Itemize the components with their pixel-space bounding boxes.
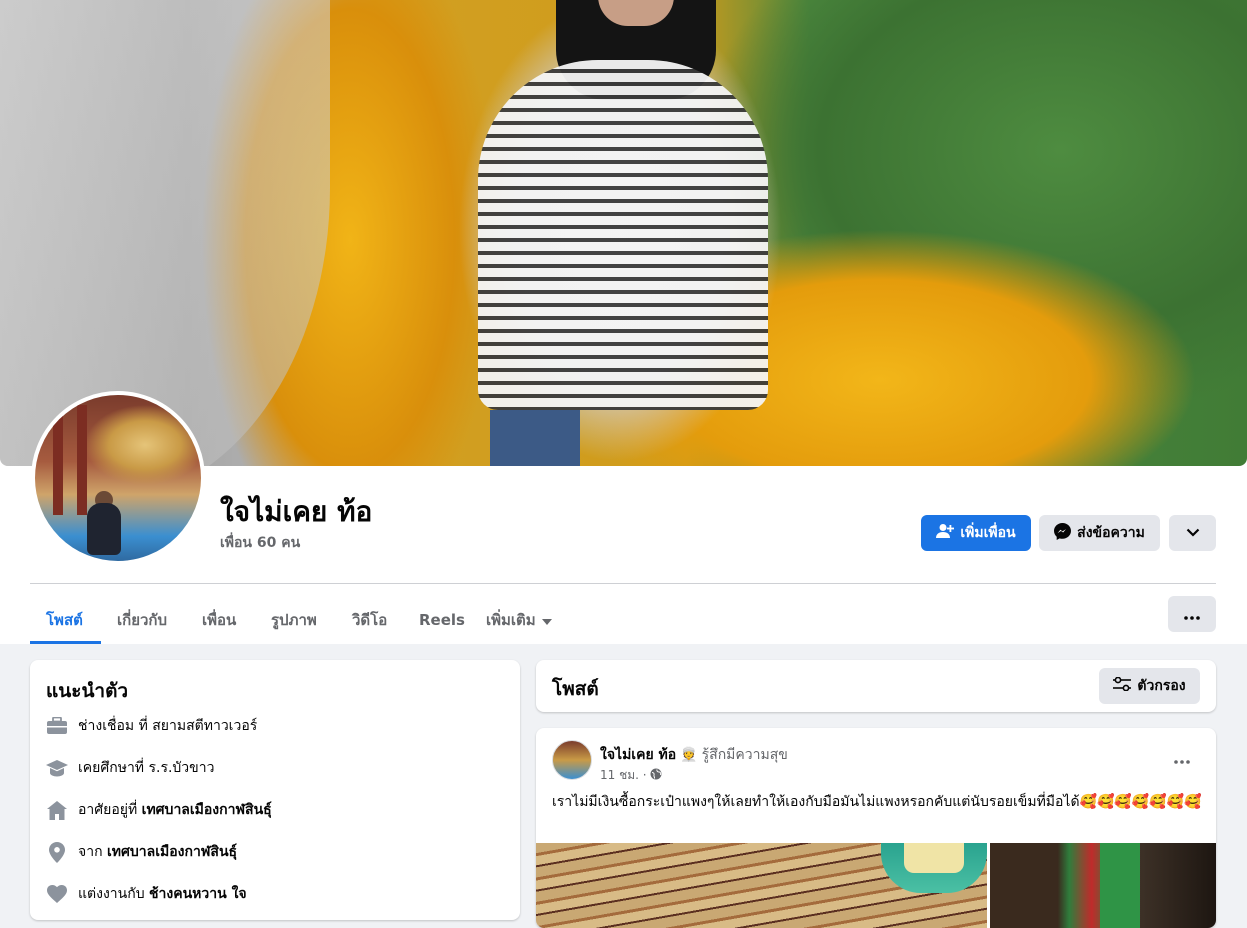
tab-photos[interactable]: รูปภาพ [267, 596, 321, 644]
home-icon [46, 799, 68, 821]
tab-about-label: เกี่ยวกับ [117, 611, 168, 629]
friends-count[interactable]: เพื่อน 60 คน [220, 532, 300, 554]
cover-shirt-shape [478, 60, 768, 410]
profile-more-button[interactable] [1169, 515, 1216, 551]
tab-more-label: เพิ่มเติม [486, 611, 536, 629]
intro-relationship-text: แต่งงานกับ ช้างคนหวาน ใจ [78, 886, 247, 902]
post-text: เราไม่มีเงินซื้อกระเป๋าแพงๆให้เลยทำให้เอ… [552, 794, 1202, 810]
intro-from-text: จาก เทศบาลเมืองกาฬสินธุ์ [78, 844, 238, 860]
avatar-pillar [53, 405, 63, 515]
message-label: ส่งข้อความ [1077, 525, 1145, 541]
tab-friends-label: เพื่อน [202, 611, 237, 629]
intro-card: แนะนำตัว ช่างเชื่อม ที่ สยามสตีทาวเวอร์ … [30, 660, 520, 920]
posts-header-card: โพสต์ ตัวกรอง [536, 660, 1216, 712]
intro-lives-in-text: อาศัยอยู่ที่ เทศบาลเมืองกาฬสินธุ์ [78, 802, 272, 818]
intro-item-lives-in: อาศัยอยู่ที่ เทศบาลเมืองกาฬสินธุ์ [46, 799, 272, 821]
avatar-person-body [87, 503, 121, 555]
tab-about[interactable]: เกี่ยวกับ [113, 596, 171, 644]
add-friend-label: เพิ่มเพื่อน [960, 525, 1016, 541]
tab-reels-label: Reels [419, 611, 465, 629]
filter-label: ตัวกรอง [1137, 678, 1186, 694]
intro-item-from: จาก เทศบาลเมืองกาฬสินธุ์ [46, 841, 237, 863]
profile-name: ใจไม่เคย ท้อ [220, 495, 373, 528]
feeling-emoji-icon: 👳 [680, 747, 698, 763]
post-photo-fabric-shape [1100, 843, 1140, 928]
intro-work-text: ช่างเชื่อม ที่ สยามสตีทาวเวอร์ [78, 718, 258, 734]
post-author-name[interactable]: ใจไม่เคย ท้อ [600, 744, 676, 766]
chevron-down-icon [1186, 525, 1200, 541]
post-meta: 11 ชม. · [600, 766, 662, 785]
more-dots-icon [1174, 749, 1190, 768]
post-feeling: รู้สึกมีความสุข [701, 747, 788, 763]
tab-posts[interactable]: โพสต์ [42, 596, 87, 644]
graduation-cap-icon [46, 757, 68, 779]
filter-button[interactable]: ตัวกรอง [1099, 668, 1200, 704]
header-divider [30, 583, 1216, 584]
cover-jeans-shape [490, 410, 580, 466]
tab-photos-label: รูปภาพ [271, 611, 317, 629]
avatar-pillar [77, 405, 87, 515]
post-photo-1[interactable] [536, 843, 987, 928]
post-header: ใจไม่เคย ท้อ 👳 รู้สึกมีความสุข [600, 744, 788, 766]
more-dots-icon [1184, 605, 1200, 624]
cover-photo[interactable] [0, 0, 1247, 466]
location-pin-icon [46, 841, 68, 863]
post-options-button[interactable] [1164, 744, 1200, 772]
intro-item-education: เคยศึกษาที่ ร.ร.บัวขาว [46, 757, 214, 779]
intro-item-work: ช่างเชื่อม ที่ สยามสตีทาวเวอร์ [46, 715, 257, 737]
tab-friends[interactable]: เพื่อน [198, 596, 240, 644]
tab-videos[interactable]: วิดีโอ [348, 596, 391, 644]
add-person-icon [936, 523, 955, 543]
post-photo-2[interactable] [990, 843, 1216, 928]
intro-title: แนะนำตัว [46, 680, 129, 702]
post-card: ใจไม่เคย ท้อ 👳 รู้สึกมีความสุข 11 ชม. · … [536, 728, 1216, 928]
post-photo-bowl-inner-shape [904, 843, 964, 873]
filter-sliders-icon [1113, 676, 1132, 695]
tab-videos-label: วิดีโอ [352, 611, 388, 629]
messenger-icon [1054, 522, 1072, 544]
tab-more[interactable]: เพิ่มเติม [482, 596, 556, 644]
briefcase-icon [46, 715, 68, 737]
cover-path-shape [0, 0, 330, 466]
post-timestamp[interactable]: 11 ชม. · [600, 766, 647, 785]
tab-reels[interactable]: Reels [415, 596, 469, 644]
tab-posts-label: โพสต์ [46, 611, 83, 629]
post-author-avatar[interactable] [552, 740, 592, 780]
intro-item-relationship: แต่งงานกับ ช้างคนหวาน ใจ [46, 883, 247, 905]
posts-section-title: โพสต์ [552, 678, 599, 700]
add-friend-button[interactable]: เพิ่มเพื่อน [921, 515, 1031, 551]
profile-avatar[interactable] [31, 391, 205, 565]
tabs-more-options-button[interactable] [1168, 596, 1216, 632]
caret-down-icon [541, 611, 552, 629]
globe-icon [650, 768, 662, 783]
message-button[interactable]: ส่งข้อความ [1039, 515, 1160, 551]
profile-header: ใจไม่เคย ท้อ เพื่อน 60 คน เพิ่มเพื่อน ส่… [0, 0, 1247, 644]
intro-education-text: เคยศึกษาที่ ร.ร.บัวขาว [78, 760, 215, 776]
heart-icon [46, 883, 68, 905]
active-tab-indicator [30, 641, 101, 644]
